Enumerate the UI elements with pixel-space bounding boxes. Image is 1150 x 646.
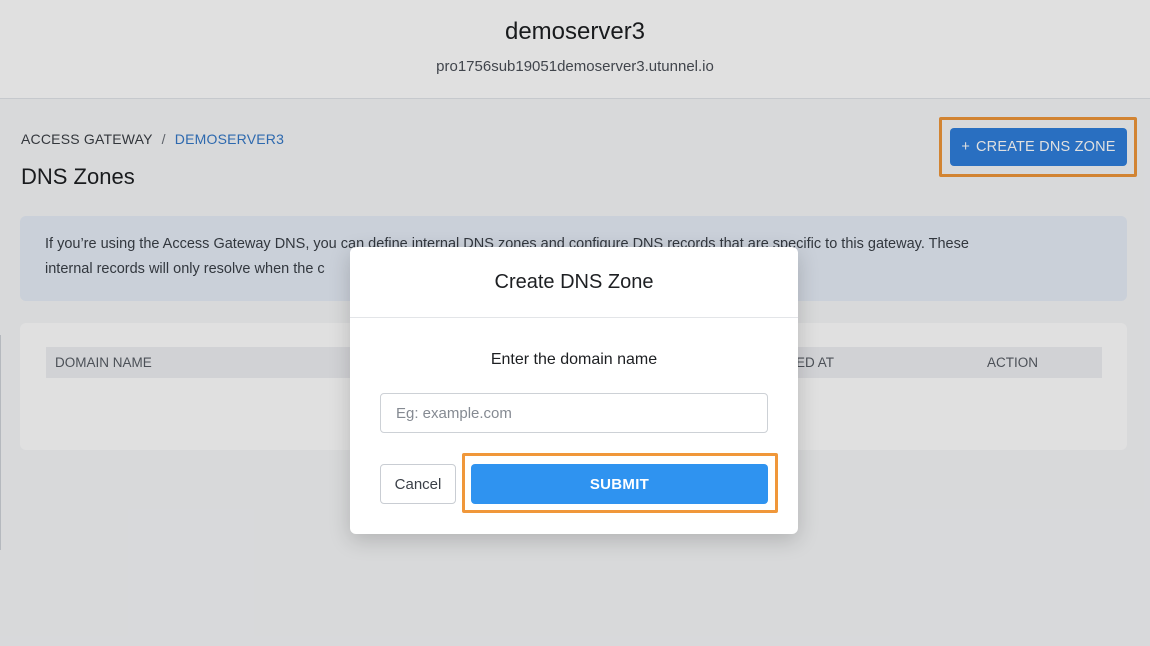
create-dns-zone-modal: Create DNS Zone Enter the domain name Ca…: [350, 247, 798, 534]
domain-name-input[interactable]: [380, 393, 768, 433]
page: demoserver3 pro1756sub19051demoserver3.u…: [0, 0, 1150, 646]
modal-title: Create DNS Zone: [350, 247, 798, 318]
domain-name-label: Enter the domain name: [490, 351, 658, 368]
cancel-button[interactable]: Cancel: [380, 464, 456, 504]
submit-button[interactable]: SUBMIT: [471, 464, 768, 504]
